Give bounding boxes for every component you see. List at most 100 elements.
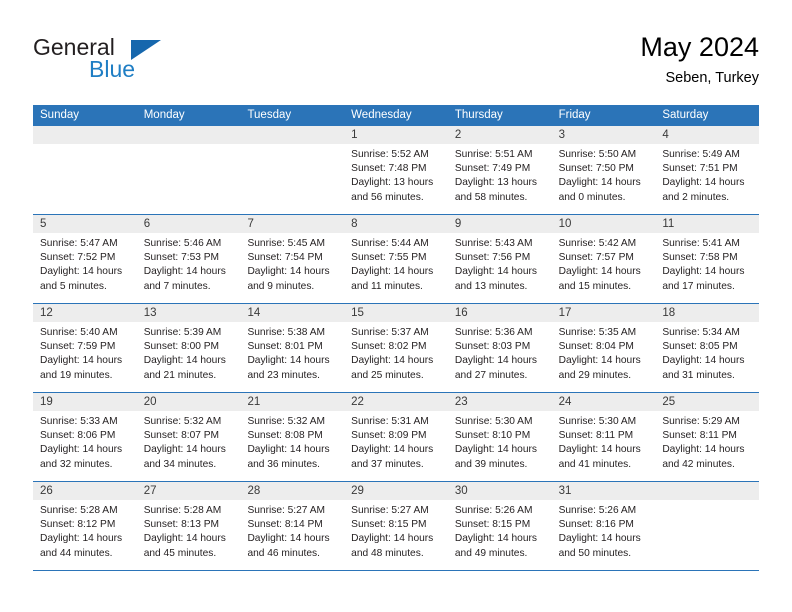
day-cell[interactable]: 22 Sunrise: 5:31 AM Sunset: 8:09 PM Dayl… [344, 393, 448, 481]
brand-logo[interactable]: General Blue [33, 34, 273, 90]
daylight-text-line1: Daylight: 14 hours [454, 266, 537, 278]
day-number-band: 18 [655, 304, 760, 322]
weekday-header-thursday: Thursday [454, 109, 503, 121]
sunset-text: Sunset: 7:48 PM [351, 163, 427, 175]
day-details [240, 144, 344, 148]
daylight-text-line1: Daylight: 14 hours [351, 533, 434, 545]
sunset-text: Sunset: 8:14 PM [247, 519, 323, 531]
day-cell[interactable]: 5 Sunrise: 5:47 AM Sunset: 7:52 PM Dayli… [33, 215, 137, 303]
day-cell[interactable]: 3 Sunrise: 5:50 AM Sunset: 7:50 PM Dayli… [551, 126, 656, 214]
day-cell[interactable]: 12 Sunrise: 5:40 AM Sunset: 7:59 PM Dayl… [33, 304, 137, 392]
sunset-text: Sunset: 8:08 PM [247, 430, 323, 442]
weekday-header-friday: Friday [558, 109, 591, 121]
day-cell[interactable]: 26 Sunrise: 5:28 AM Sunset: 8:12 PM Dayl… [33, 482, 137, 570]
sunset-text: Sunset: 8:10 PM [454, 430, 531, 442]
day-cell[interactable]: 1 Sunrise: 5:52 AM Sunset: 7:48 PM Dayli… [344, 126, 448, 214]
day-number-band: 30 [447, 482, 552, 500]
day-cell[interactable]: 29 Sunrise: 5:27 AM Sunset: 8:15 PM Dayl… [344, 482, 448, 570]
day-cell[interactable]: 27 Sunrise: 5:28 AM Sunset: 8:13 PM Dayl… [136, 482, 241, 570]
daylight-text-line2: and 19 minutes. [40, 369, 113, 381]
day-number-band: 24 [551, 393, 656, 411]
sunset-text: Sunset: 7:55 PM [351, 252, 427, 264]
day-details: Sunrise: 5:27 AM Sunset: 8:15 PM Dayligh… [344, 500, 448, 561]
sunset-text: Sunset: 7:52 PM [40, 252, 116, 264]
day-cell[interactable]: 24 Sunrise: 5:30 AM Sunset: 8:11 PM Dayl… [551, 393, 656, 481]
sunset-text: Sunset: 7:51 PM [662, 163, 738, 175]
day-number: 26 [40, 485, 53, 497]
day-cell[interactable]: 20 Sunrise: 5:32 AM Sunset: 8:07 PM Dayl… [136, 393, 241, 481]
day-cell [33, 126, 137, 214]
day-number-band: 17 [551, 304, 656, 322]
day-cell[interactable]: 18 Sunrise: 5:34 AM Sunset: 8:05 PM Dayl… [655, 304, 760, 392]
day-cell[interactable]: 14 Sunrise: 5:38 AM Sunset: 8:01 PM Dayl… [240, 304, 345, 392]
day-cell[interactable]: 10 Sunrise: 5:42 AM Sunset: 7:57 PM Dayl… [551, 215, 656, 303]
sunrise-text: Sunrise: 5:28 AM [143, 505, 222, 516]
day-number: 2 [454, 129, 462, 141]
day-number: 5 [40, 218, 47, 230]
day-cell [655, 482, 760, 570]
sunset-text: Sunset: 7:49 PM [454, 163, 531, 175]
day-details: Sunrise: 5:27 AM Sunset: 8:14 PM Dayligh… [240, 500, 344, 561]
day-cell[interactable]: 16 Sunrise: 5:36 AM Sunset: 8:03 PM Dayl… [447, 304, 552, 392]
day-details: Sunrise: 5:40 AM Sunset: 7:59 PM Dayligh… [33, 322, 137, 383]
sunrise-text: Sunrise: 5:27 AM [351, 505, 429, 516]
day-number-band: 29 [344, 482, 448, 500]
weekday-header-tuesday: Tuesday [247, 109, 292, 121]
day-number-band: 13 [136, 304, 241, 322]
day-number: 25 [662, 396, 676, 408]
day-details: Sunrise: 5:26 AM Sunset: 8:16 PM Dayligh… [552, 500, 656, 561]
sunrise-text: Sunrise: 5:49 AM [662, 149, 740, 160]
daylight-text-line2: and 0 minutes. [558, 191, 626, 203]
day-cell[interactable]: 15 Sunrise: 5:37 AM Sunset: 8:02 PM Dayl… [344, 304, 448, 392]
day-details [655, 500, 759, 504]
day-cell[interactable]: 23 Sunrise: 5:30 AM Sunset: 8:10 PM Dayl… [447, 393, 552, 481]
day-cell[interactable]: 6 Sunrise: 5:46 AM Sunset: 7:53 PM Dayli… [136, 215, 241, 303]
day-details: Sunrise: 5:28 AM Sunset: 8:12 PM Dayligh… [33, 500, 137, 561]
daylight-text-line2: and 17 minutes. [662, 280, 735, 292]
calendar-week-row: 26 Sunrise: 5:28 AM Sunset: 8:12 PM Dayl… [33, 482, 760, 571]
daylight-text-line2: and 5 minutes. [40, 280, 107, 292]
location-subtitle: Seben, Turkey [665, 70, 760, 86]
day-cell[interactable]: 7 Sunrise: 5:45 AM Sunset: 7:54 PM Dayli… [240, 215, 345, 303]
day-cell[interactable]: 13 Sunrise: 5:39 AM Sunset: 8:00 PM Dayl… [136, 304, 241, 392]
daylight-text-line2: and 15 minutes. [558, 280, 632, 292]
sunset-text: Sunset: 7:54 PM [247, 252, 323, 264]
day-cell[interactable]: 28 Sunrise: 5:27 AM Sunset: 8:14 PM Dayl… [240, 482, 345, 570]
day-cell[interactable]: 2 Sunrise: 5:51 AM Sunset: 7:49 PM Dayli… [447, 126, 552, 214]
daylight-text-line1: Daylight: 14 hours [558, 177, 641, 189]
day-cell[interactable]: 4 Sunrise: 5:49 AM Sunset: 7:51 PM Dayli… [655, 126, 760, 214]
day-cell[interactable]: 11 Sunrise: 5:41 AM Sunset: 7:58 PM Dayl… [655, 215, 760, 303]
day-details: Sunrise: 5:37 AM Sunset: 8:02 PM Dayligh… [344, 322, 448, 383]
day-cell[interactable]: 17 Sunrise: 5:35 AM Sunset: 8:04 PM Dayl… [551, 304, 656, 392]
day-cell[interactable]: 31 Sunrise: 5:26 AM Sunset: 8:16 PM Dayl… [551, 482, 656, 570]
daylight-text-line1: Daylight: 14 hours [662, 355, 745, 367]
sunset-text: Sunset: 8:13 PM [143, 519, 220, 531]
sunset-text: Sunset: 8:04 PM [558, 341, 634, 353]
day-cell[interactable]: 8 Sunrise: 5:44 AM Sunset: 7:55 PM Dayli… [344, 215, 448, 303]
day-number-band: 12 [33, 304, 137, 322]
daylight-text-line2: and 23 minutes. [247, 369, 320, 381]
sunset-text: Sunset: 8:12 PM [40, 519, 116, 531]
day-details: Sunrise: 5:26 AM Sunset: 8:15 PM Dayligh… [448, 500, 552, 561]
daylight-text-line1: Daylight: 14 hours [351, 355, 434, 367]
day-number: 7 [247, 218, 254, 230]
day-details: Sunrise: 5:32 AM Sunset: 8:08 PM Dayligh… [240, 411, 344, 472]
sunset-text: Sunset: 8:06 PM [40, 430, 116, 442]
day-number: 9 [454, 218, 462, 230]
day-details: Sunrise: 5:33 AM Sunset: 8:06 PM Dayligh… [33, 411, 137, 472]
daylight-text-line2: and 34 minutes. [143, 458, 217, 470]
daylight-text-line1: Daylight: 14 hours [662, 177, 745, 189]
day-cell[interactable]: 21 Sunrise: 5:32 AM Sunset: 8:08 PM Dayl… [240, 393, 345, 481]
daylight-text-line2: and 32 minutes. [40, 458, 113, 470]
sunrise-text: Sunrise: 5:38 AM [247, 327, 326, 338]
day-cell[interactable]: 19 Sunrise: 5:33 AM Sunset: 8:06 PM Dayl… [33, 393, 137, 481]
day-number: 16 [454, 307, 468, 319]
sunset-text: Sunset: 7:57 PM [558, 252, 634, 264]
day-cell[interactable]: 30 Sunrise: 5:26 AM Sunset: 8:15 PM Dayl… [447, 482, 552, 570]
day-number: 1 [351, 129, 358, 141]
day-cell[interactable]: 25 Sunrise: 5:29 AM Sunset: 8:11 PM Dayl… [655, 393, 760, 481]
day-cell[interactable]: 9 Sunrise: 5:43 AM Sunset: 7:56 PM Dayli… [447, 215, 552, 303]
day-number-band: 10 [551, 215, 656, 233]
day-number: 11 [662, 218, 675, 230]
daylight-text-line2: and 45 minutes. [143, 547, 217, 559]
